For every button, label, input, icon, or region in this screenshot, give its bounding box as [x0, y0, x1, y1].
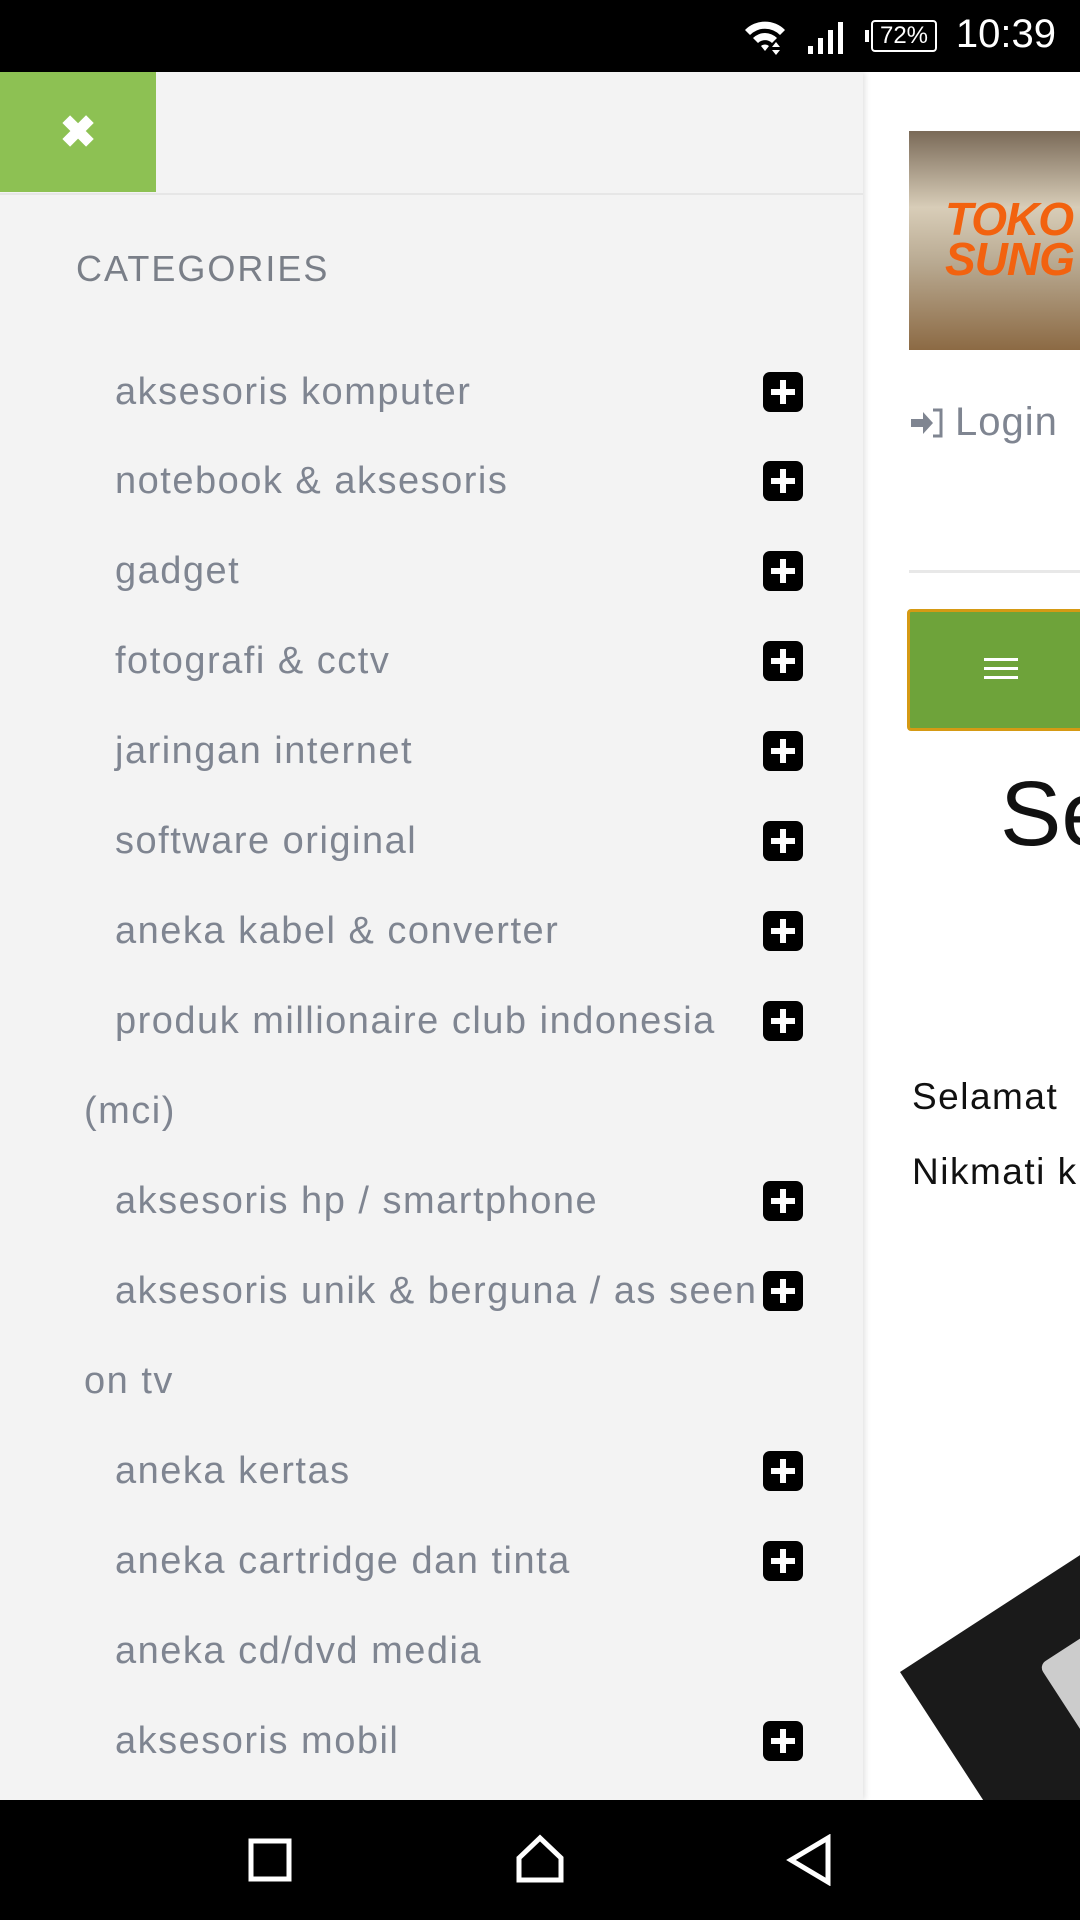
status-bar: 72% 10:39 — [0, 0, 1080, 72]
recents-icon[interactable] — [248, 1838, 292, 1882]
expand-plus-icon[interactable] — [763, 1541, 803, 1581]
expand-plus-icon[interactable] — [763, 461, 803, 501]
home-icon[interactable] — [515, 1834, 565, 1884]
store-logo[interactable]: TOKO SUNG — [909, 131, 1080, 350]
expand-plus-icon[interactable] — [763, 1721, 803, 1761]
back-icon[interactable] — [786, 1834, 834, 1886]
category-item[interactable]: software original — [84, 796, 774, 886]
navigation-bar — [0, 1800, 1080, 1920]
expand-plus-icon[interactable] — [763, 641, 803, 681]
page-heading: Se — [1000, 763, 1080, 865]
category-item[interactable]: notebook & aksesoris — [84, 436, 774, 526]
intro-text: Nikmati k — [912, 1151, 1078, 1192]
expand-plus-icon[interactable] — [763, 1181, 803, 1221]
wifi-icon — [745, 21, 785, 55]
welcome-text: Selamat — [912, 1076, 1059, 1117]
category-item[interactable]: jaringan internet — [84, 706, 774, 796]
page-content: TOKO SUNG Login Se Selamat Nikmati k ✖ C… — [0, 72, 1080, 1800]
expand-plus-icon[interactable] — [763, 911, 803, 951]
category-item[interactable]: gadget — [84, 526, 774, 616]
category-item[interactable]: aksesoris unik & berguna / as seen on tv — [84, 1246, 774, 1426]
categories-title: CATEGORIES — [76, 248, 330, 289]
category-item[interactable]: aksesoris mobil — [84, 1696, 774, 1786]
expand-plus-icon[interactable] — [763, 1271, 803, 1311]
category-item[interactable]: produk millionaire club indonesia (mci) — [84, 976, 774, 1156]
divider — [0, 193, 863, 195]
login-link[interactable]: Login — [909, 400, 1058, 445]
signal-icon — [808, 22, 843, 54]
category-item[interactable]: aneka kertas — [84, 1426, 774, 1516]
expand-plus-icon[interactable] — [763, 1451, 803, 1491]
category-item[interactable]: aksesoris hp / smartphone — [84, 1156, 774, 1246]
expand-plus-icon[interactable] — [763, 821, 803, 861]
battery-icon: 72% — [865, 20, 937, 52]
expand-plus-icon[interactable] — [763, 731, 803, 771]
expand-plus-icon[interactable] — [763, 551, 803, 591]
logo-text: TOKO SUNG — [945, 193, 1075, 285]
expand-plus-icon[interactable] — [763, 372, 803, 412]
menu-toggle-button[interactable] — [907, 609, 1080, 731]
product-image — [900, 1454, 1080, 1800]
close-drawer-button[interactable]: ✖ — [0, 72, 156, 192]
category-drawer: ✖ CATEGORIES aksesoris komputer notebook … — [0, 72, 863, 1800]
expand-plus-icon[interactable] — [763, 1001, 803, 1041]
category-item[interactable]: aneka cd/dvd media — [84, 1606, 774, 1696]
category-item[interactable]: aksesoris komputer — [84, 347, 774, 437]
category-item[interactable]: aneka kabel & converter — [84, 886, 774, 976]
clock: 10:39 — [955, 12, 1056, 56]
close-icon: ✖ — [59, 107, 97, 157]
category-item[interactable]: aneka cartridge dan tinta — [84, 1516, 774, 1606]
login-label: Login — [955, 400, 1058, 444]
sign-in-icon — [911, 408, 943, 438]
divider — [909, 570, 1080, 573]
category-item[interactable]: fotografi & cctv — [84, 616, 774, 706]
